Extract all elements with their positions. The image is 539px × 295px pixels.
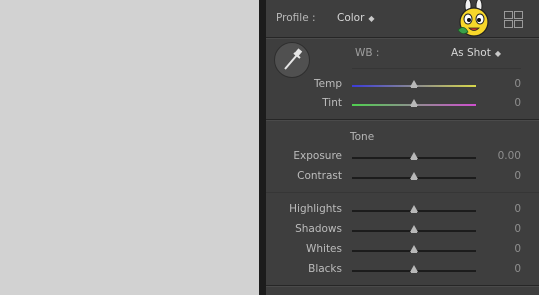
blacks-value[interactable]: 0 [514,263,521,275]
whites-slider-thumb[interactable] [410,245,418,253]
divider [266,119,539,121]
divider [266,192,539,193]
exposure-label: Exposure [293,150,342,162]
blacks-slider-thumb[interactable] [410,265,418,273]
contrast-value[interactable]: 0 [514,170,521,182]
whites-label: Whites [305,243,342,255]
highlights-label: Highlights [289,203,342,215]
highlights-slider[interactable] [352,205,476,213]
wb-selector-button[interactable] [274,42,310,78]
whites-value[interactable]: 0 [514,243,521,255]
updown-chevron-icon: ◆ [368,14,375,23]
temp-value[interactable]: 0 [514,78,521,90]
highlights-slider-thumb[interactable] [410,205,418,213]
divider [266,37,539,39]
shadows-label: Shadows [295,223,342,235]
tint-slider[interactable] [352,99,476,107]
highlights-value[interactable]: 0 [514,203,521,215]
grid-view-icon[interactable] [504,11,523,28]
blacks-slider[interactable] [352,265,476,273]
image-canvas [0,0,259,295]
profile-label: Profile : [276,12,316,24]
profile-value: Color [337,12,365,24]
profile-dropdown[interactable]: Color ◆ [337,12,375,24]
contrast-slider[interactable] [352,172,476,180]
divider [266,285,539,287]
shadows-slider[interactable] [352,225,476,233]
shadows-slider-thumb[interactable] [410,225,418,233]
exposure-slider[interactable] [352,152,476,160]
tone-heading: Tone [350,131,375,143]
contrast-slider-thumb[interactable] [410,172,418,180]
eyedropper-icon [284,48,303,70]
wb-value: As Shot [451,47,491,59]
mascot-icon [457,0,489,37]
temp-label: Temp [314,78,342,90]
tint-label: Tint [322,97,342,109]
wb-label: WB : [355,47,380,59]
tint-slider-thumb[interactable] [410,99,418,107]
exposure-slider-thumb[interactable] [410,152,418,160]
updown-chevron-icon: ◆ [494,49,502,58]
contrast-label: Contrast [297,170,342,182]
divider [352,68,521,69]
wb-dropdown[interactable]: As Shot ◆ [451,47,501,59]
develop-panel: Profile : Color ◆ WB : As Shot ◆ Temp 0 Tint… [266,0,539,295]
exposure-value[interactable]: 0.00 [498,150,521,162]
temp-slider[interactable] [352,80,476,88]
blacks-label: Blacks [308,263,342,275]
panel-divider [259,0,266,295]
tint-value[interactable]: 0 [514,97,521,109]
shadows-value[interactable]: 0 [514,223,521,235]
whites-slider[interactable] [352,245,476,253]
temp-slider-thumb[interactable] [410,80,418,88]
